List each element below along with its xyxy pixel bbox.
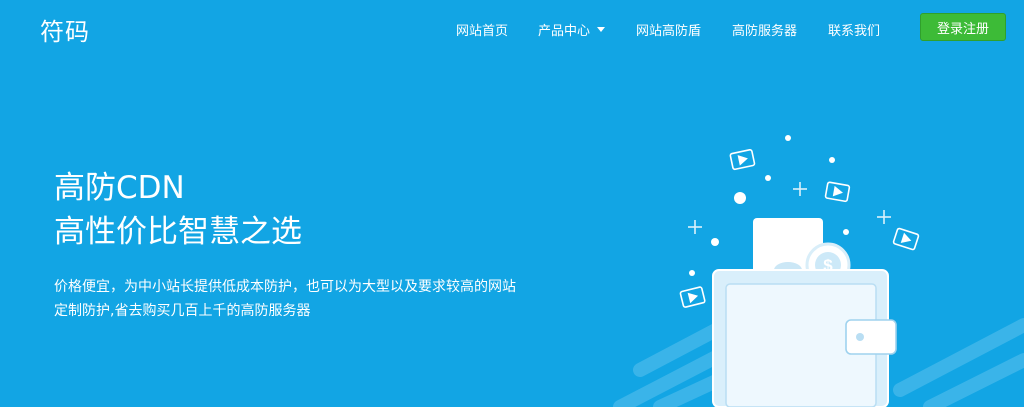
nav-item-contact[interactable]: 联系我们 (828, 20, 880, 39)
nav-item-home[interactable]: 网站首页 (456, 20, 508, 39)
nav-item-products[interactable]: 产品中心 (538, 20, 606, 39)
hero-title: 高防CDN 高性价比智慧之选 (54, 166, 302, 254)
nav-item-products-label: 产品中心 (538, 24, 591, 39)
wallet-icon (712, 269, 897, 407)
hero-title-line-1: 高防CDN (54, 170, 185, 206)
nav-item-website-shield[interactable]: 网站高防盾 (636, 20, 701, 39)
login-register-button[interactable]: 登录注册 (920, 13, 1006, 41)
site-logo[interactable]: 符码 (40, 12, 90, 47)
nav-item-ddos-servers[interactable]: 高防服务器 (732, 20, 797, 39)
top-navbar: 符码 网站首页 产品中心 网站高防盾 高防服务器 联系我们 登录注册 (0, 0, 1024, 56)
hero-title-line-2: 高性价比智慧之选 (54, 214, 302, 250)
caret-down-icon (597, 27, 606, 32)
hero-description: 价格便宜，为中小站长提供低成本防护，也可以为大型以及要求较高的网站定制防护,省去… (54, 279, 516, 319)
wallet-illustration: $ (613, 135, 1024, 407)
